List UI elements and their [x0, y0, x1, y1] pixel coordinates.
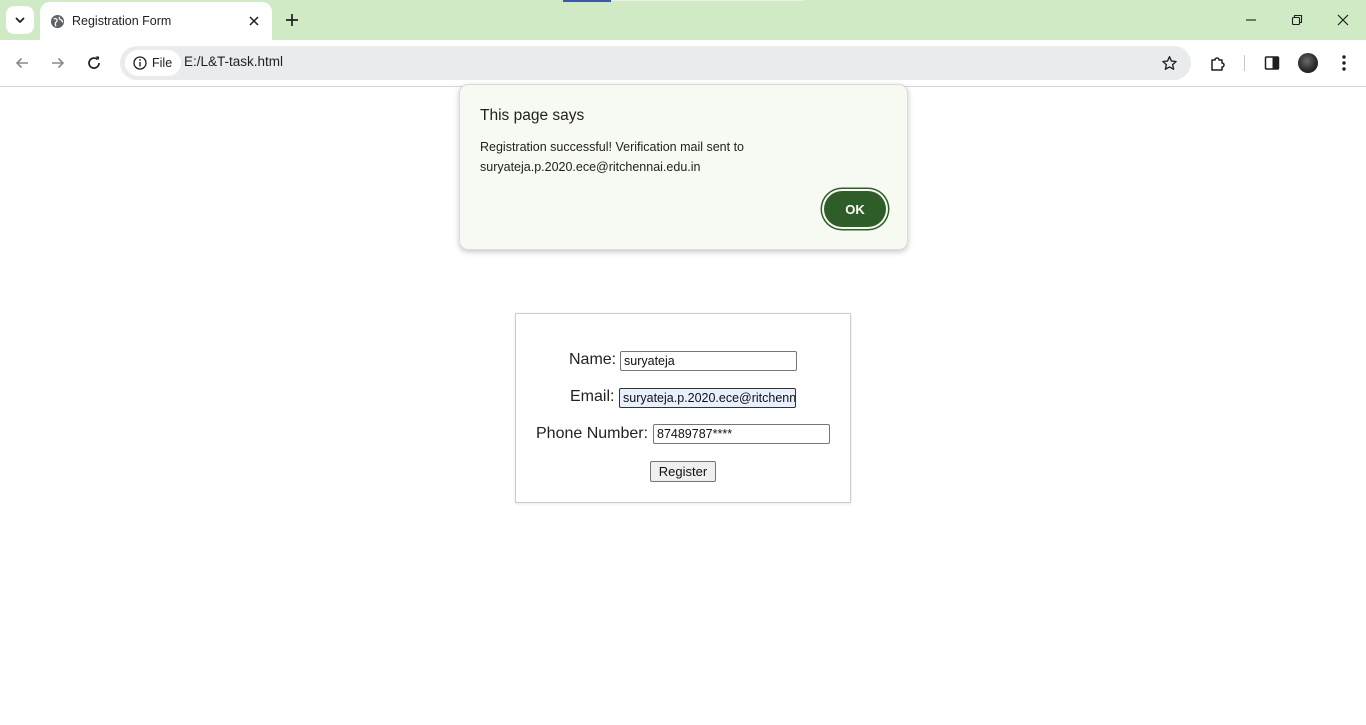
- tab-strip: Registration Form: [0, 0, 1366, 40]
- minimize-button[interactable]: [1228, 0, 1274, 40]
- site-info-label: File: [152, 56, 173, 70]
- ok-button[interactable]: OK: [824, 191, 886, 227]
- plus-icon: [286, 14, 298, 26]
- url-text[interactable]: E:/L&T-task.html: [184, 54, 283, 69]
- side-panel-icon: [1264, 56, 1280, 70]
- more-vertical-icon: [1342, 55, 1346, 71]
- new-tab-button[interactable]: [280, 8, 304, 32]
- reload-icon: [88, 56, 100, 69]
- toolbar-separator: [1244, 55, 1245, 71]
- phone-input[interactable]: 87489787****: [653, 424, 830, 444]
- reload-button[interactable]: [80, 49, 108, 77]
- arrow-left-icon: [15, 57, 28, 69]
- close-window-button[interactable]: [1320, 0, 1366, 40]
- alert-dialog: This page says Registration successful! …: [459, 84, 908, 250]
- tab-search-button[interactable]: [6, 6, 34, 34]
- chevron-down-icon: [15, 17, 25, 23]
- profile-avatar[interactable]: [1298, 53, 1318, 73]
- star-icon: [1161, 55, 1177, 70]
- phone-label: Phone Number:: [536, 425, 649, 442]
- extensions-button[interactable]: [1206, 51, 1230, 75]
- window-accent: [563, 0, 611, 2]
- back-button[interactable]: [8, 49, 36, 77]
- restore-button[interactable]: [1274, 0, 1320, 40]
- minimize-icon: [1246, 19, 1256, 21]
- browser-toolbar: File E:/L&T-task.html: [0, 40, 1366, 87]
- tab-title: Registration Form: [72, 14, 172, 28]
- tab-registration-form[interactable]: Registration Form: [40, 2, 272, 40]
- window-accent-light: [611, 0, 803, 1]
- globe-icon: [49, 13, 65, 29]
- restore-icon: [1291, 14, 1303, 26]
- menu-button[interactable]: [1332, 51, 1356, 75]
- info-icon: [133, 56, 147, 70]
- registration-form: Name: suryateja Email: suryateja.p.2020.…: [515, 313, 851, 503]
- side-panel-button[interactable]: [1260, 51, 1284, 75]
- bookmark-star-button[interactable]: [1159, 53, 1179, 73]
- email-label: Email:: [570, 388, 615, 405]
- name-input[interactable]: suryateja: [620, 351, 797, 371]
- close-tab-icon[interactable]: [244, 11, 264, 31]
- register-button[interactable]: Register: [650, 461, 716, 482]
- dialog-message-line1: Registration successful! Verification ma…: [480, 140, 745, 154]
- dialog-message-line2: suryateja.p.2020.ece@ritchennai.edu.in: [480, 160, 701, 174]
- arrow-right-icon: [52, 57, 65, 69]
- dialog-message: Registration successful! Verification ma…: [480, 137, 880, 177]
- email-input[interactable]: suryateja.p.2020.ece@ritchennai.edu.in: [619, 388, 796, 408]
- name-label: Name:: [569, 351, 617, 368]
- puzzle-icon: [1211, 57, 1225, 71]
- dialog-title: This page says: [480, 107, 585, 124]
- address-bar[interactable]: File E:/L&T-task.html: [120, 46, 1191, 80]
- close-icon: [1337, 14, 1349, 26]
- forward-button[interactable]: [44, 49, 72, 77]
